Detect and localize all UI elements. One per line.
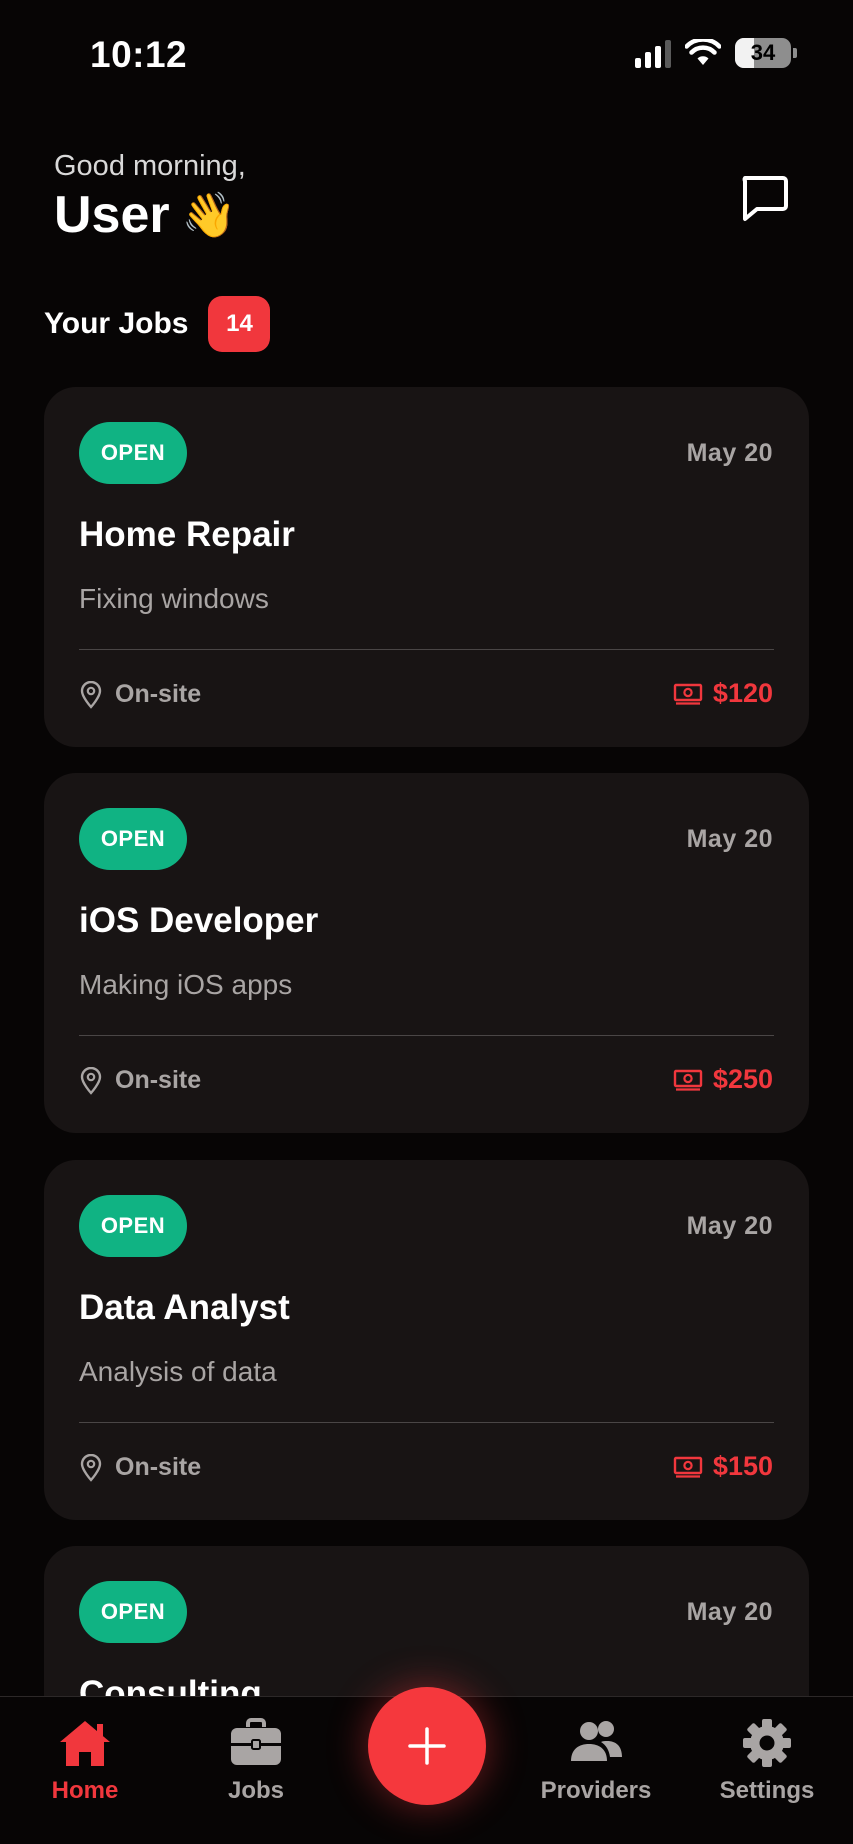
home-icon <box>60 1721 110 1766</box>
greeting: Good morning, User 👋 <box>54 150 246 245</box>
money-icon <box>673 1069 703 1091</box>
job-date: May 20 <box>686 439 773 467</box>
jobs-count-badge: 14 <box>208 296 271 352</box>
job-date: May 20 <box>686 1598 773 1626</box>
chat-bubble-icon <box>742 176 788 221</box>
job-location: On-site <box>79 1453 201 1482</box>
job-title: Home Repair <box>79 515 295 554</box>
job-card[interactable]: OPEN May 20 iOS Developer Making iOS app… <box>44 773 809 1133</box>
greeting-text: Good morning, <box>54 150 246 182</box>
job-description: Fixing windows <box>79 583 269 614</box>
job-price: $250 <box>673 1064 773 1095</box>
location-label: On-site <box>115 1453 202 1481</box>
tab-label: Jobs <box>227 1777 284 1804</box>
status-badge: OPEN <box>79 422 187 484</box>
job-card[interactable]: OPEN May 20 Data Analyst Analysis of dat… <box>44 1160 809 1520</box>
plus-icon <box>408 1727 446 1765</box>
tab-jobs[interactable]: Jobs <box>181 1717 331 1805</box>
job-card[interactable]: OPEN May 20 Home Repair Fixing windows O… <box>44 387 809 747</box>
wifi-icon <box>685 39 721 65</box>
job-title: Data Analyst <box>79 1288 290 1327</box>
status-badge: OPEN <box>79 1195 187 1257</box>
add-job-button[interactable] <box>368 1687 486 1805</box>
wave-emoji: 👋 <box>181 191 237 240</box>
status-badge: OPEN <box>79 1581 187 1643</box>
status-time: 10:12 <box>90 34 188 75</box>
status-badge: OPEN <box>79 808 187 870</box>
signal-icon <box>635 38 671 68</box>
job-date: May 20 <box>686 825 773 853</box>
job-date: May 20 <box>686 1212 773 1240</box>
gear-icon <box>743 1719 791 1767</box>
job-description: Analysis of data <box>79 1356 277 1387</box>
job-price: $150 <box>673 1451 773 1482</box>
tab-bar: Home Jobs Providers Settings <box>0 1687 853 1844</box>
tab-label: Providers <box>540 1777 652 1804</box>
user-name-row: User 👋 <box>54 185 246 245</box>
tab-label: Settings <box>719 1777 815 1804</box>
job-description: Making iOS apps <box>79 969 293 1000</box>
tab-settings[interactable]: Settings <box>692 1717 842 1805</box>
location-pin-icon <box>80 680 102 709</box>
battery-icon: 34 <box>735 38 791 68</box>
user-name: User <box>54 186 170 244</box>
briefcase-icon <box>231 1718 281 1765</box>
location-label: On-site <box>115 1066 202 1094</box>
price-label: $150 <box>712 1451 773 1481</box>
people-icon <box>571 1721 622 1761</box>
tab-providers[interactable]: Providers <box>521 1717 671 1805</box>
money-icon <box>673 683 703 705</box>
jobs-title: Your Jobs <box>44 307 189 340</box>
location-label: On-site <box>115 680 202 708</box>
status-bar: 10:12 34 <box>0 0 853 110</box>
battery-level: 34 <box>750 40 776 65</box>
jobs-header: Your Jobs 14 <box>44 296 271 352</box>
job-price: $120 <box>673 678 773 709</box>
job-location: On-site <box>79 680 201 709</box>
tab-home[interactable]: Home <box>10 1717 160 1805</box>
job-location: On-site <box>79 1066 201 1095</box>
job-title: iOS Developer <box>79 901 319 940</box>
money-icon <box>673 1456 703 1478</box>
location-pin-icon <box>80 1066 102 1095</box>
location-pin-icon <box>80 1453 102 1482</box>
price-label: $120 <box>712 678 773 708</box>
messages-button[interactable] <box>737 170 791 224</box>
price-label: $250 <box>712 1064 773 1094</box>
tab-label: Home <box>51 1777 119 1804</box>
status-icons: 34 <box>635 38 797 68</box>
divider <box>79 1035 774 1036</box>
divider <box>79 1422 774 1423</box>
divider <box>79 649 774 650</box>
